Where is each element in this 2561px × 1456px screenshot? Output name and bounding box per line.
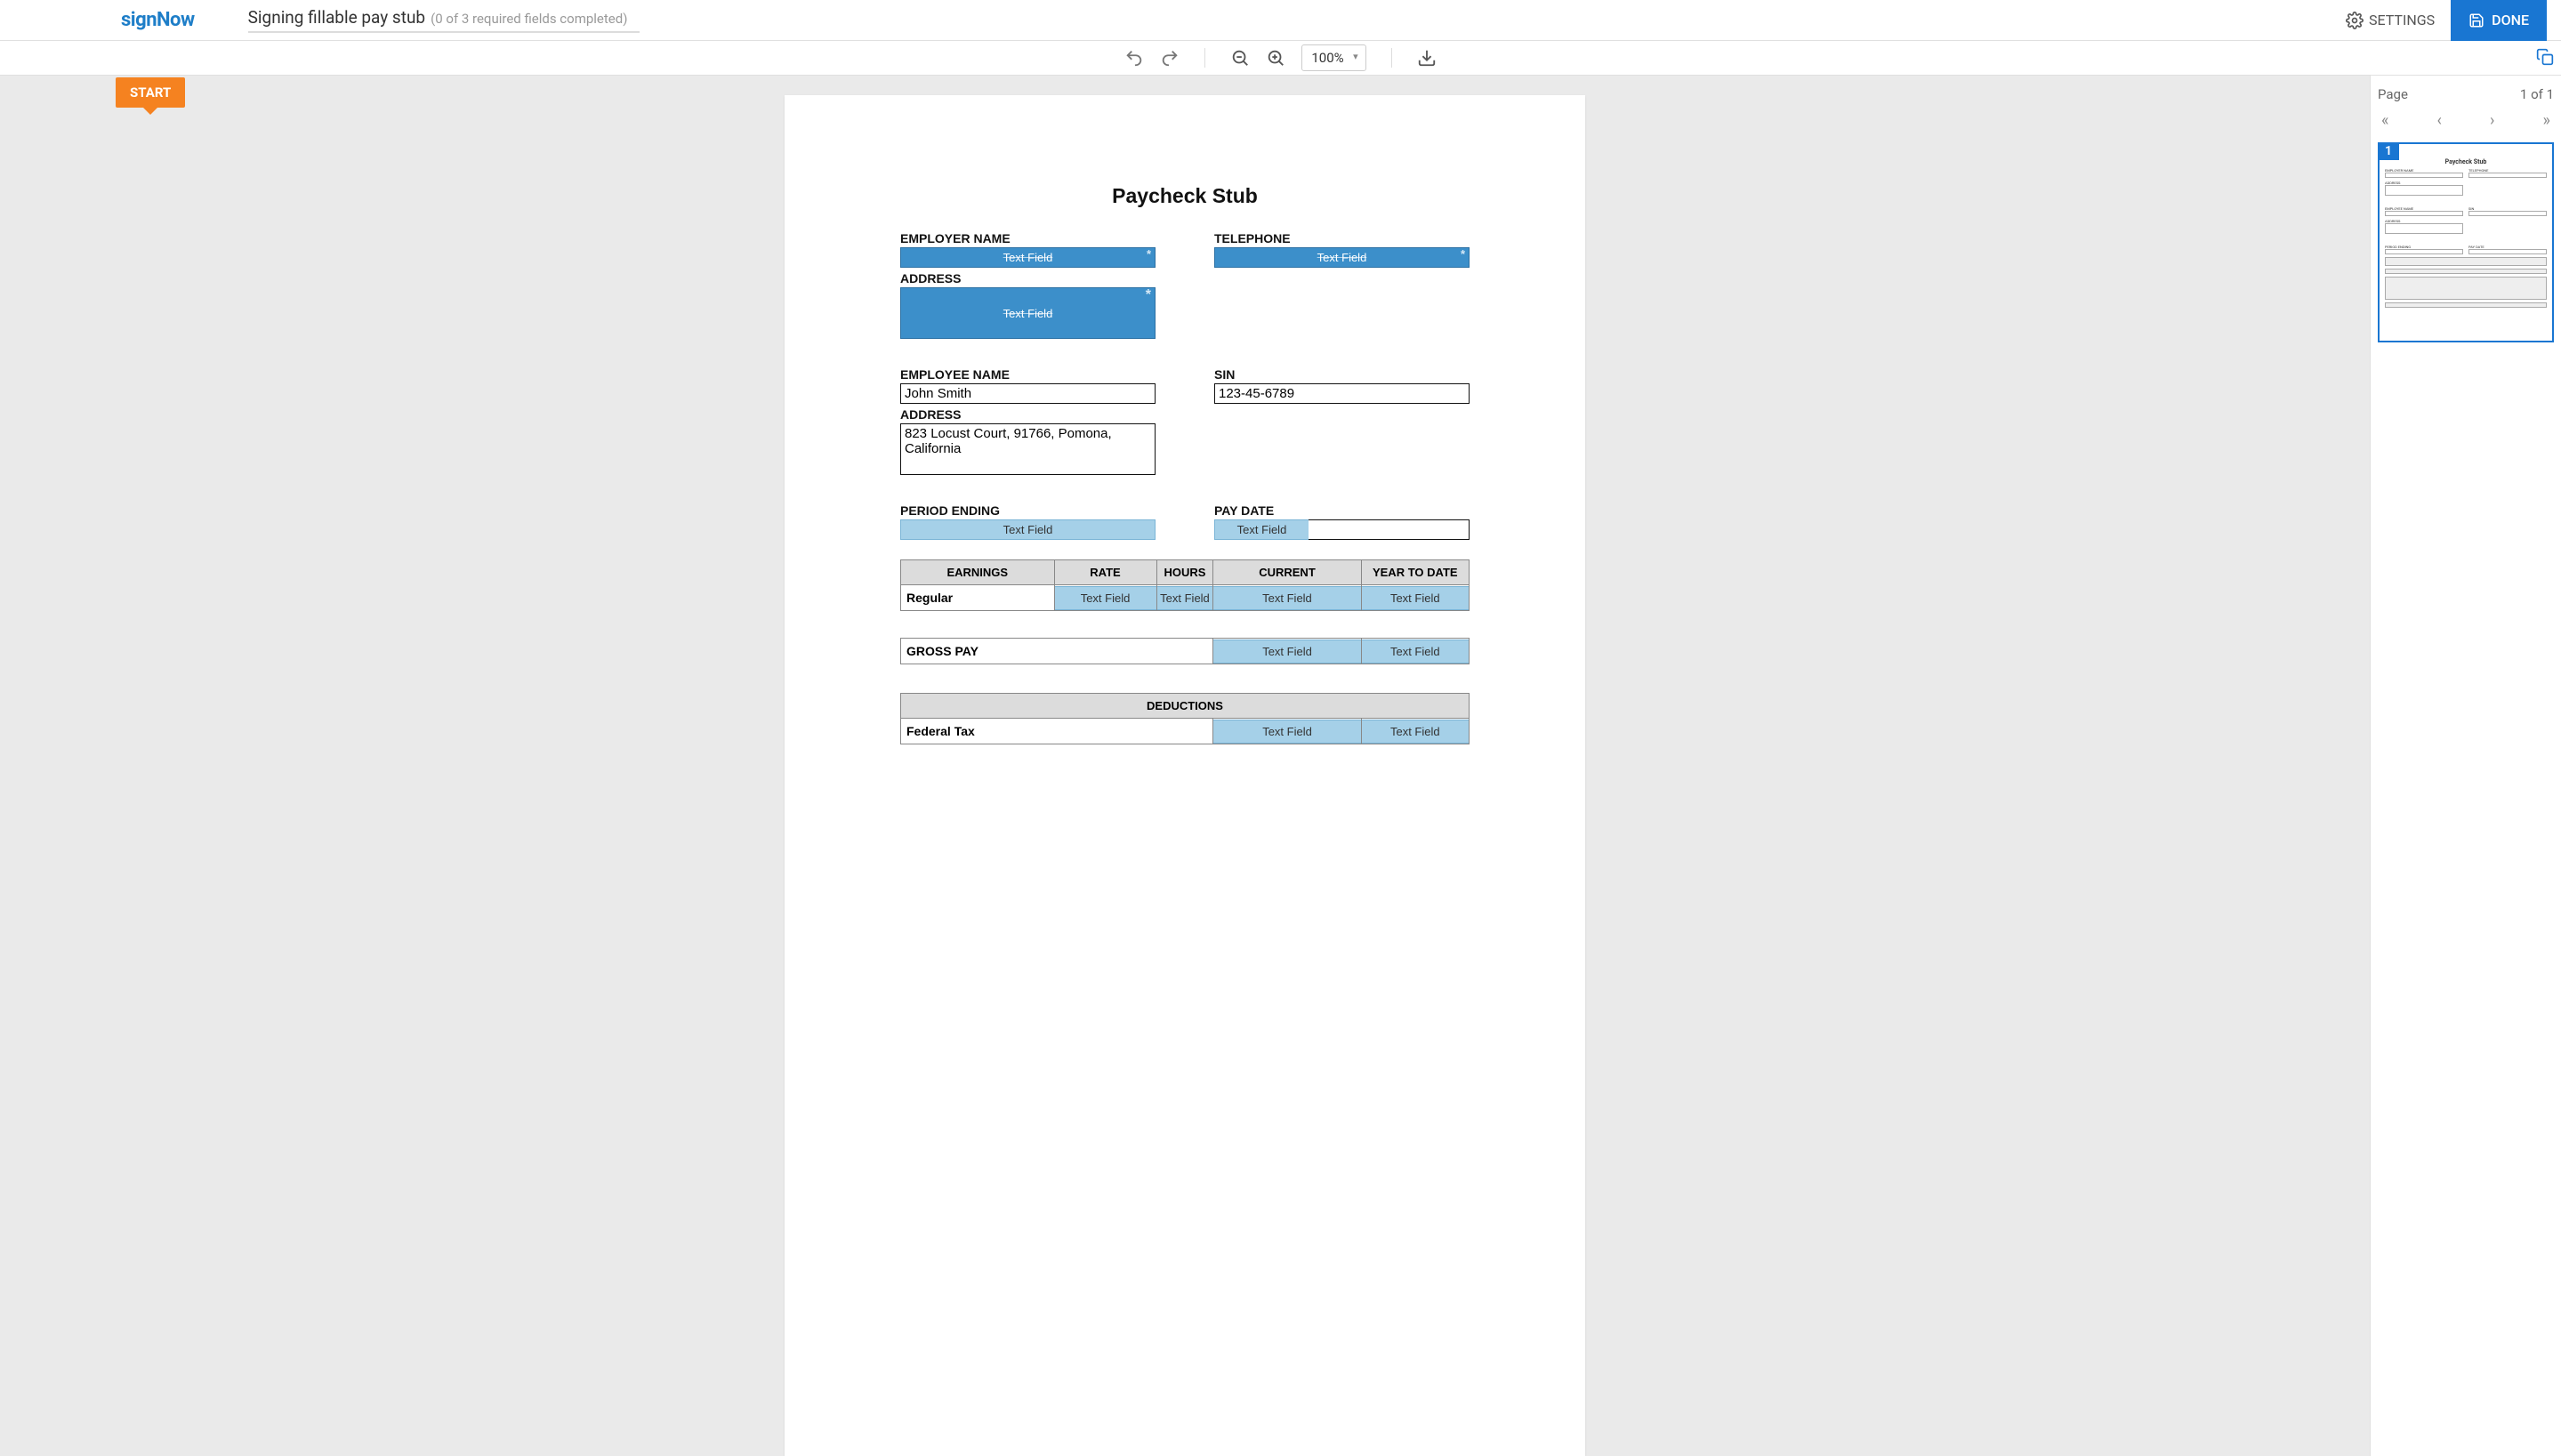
page-sidebar: Page 1 of 1 « ‹ › » 1 Paycheck Stub EMPL… xyxy=(2370,76,2561,1456)
hours-field[interactable]: Text Field xyxy=(1157,586,1213,610)
canvas-area[interactable]: START Paycheck Stub EMPLOYER NAME Text F… xyxy=(0,76,2370,1456)
sin-label: SIN xyxy=(1214,367,1470,382)
thumbnail-number: 1 xyxy=(2378,142,2399,160)
pay-date-label: PAY DATE xyxy=(1214,503,1470,518)
settings-button[interactable]: SETTINGS xyxy=(2346,12,2435,29)
employer-name-field[interactable]: Text Field xyxy=(900,247,1156,268)
employee-address-label: ADDRESS xyxy=(900,407,1156,422)
deductions-table: DEDUCTIONS Federal Tax Text Field Text F… xyxy=(900,693,1470,744)
last-page-button[interactable]: » xyxy=(2543,111,2550,130)
gross-pay-label: GROSS PAY xyxy=(901,639,1213,664)
deduction-row-label: Federal Tax xyxy=(901,719,1213,744)
done-label: DONE xyxy=(2492,12,2529,28)
employee-address-value[interactable]: 823 Locust Court, 91766, Pomona, Califor… xyxy=(900,423,1156,475)
current-field[interactable]: Text Field xyxy=(1213,586,1360,610)
zoom-select[interactable]: 100% xyxy=(1301,44,1365,71)
employer-name-label: EMPLOYER NAME xyxy=(900,231,1156,245)
zoom-in-button[interactable] xyxy=(1266,48,1285,68)
th-hours: HOURS xyxy=(1156,560,1213,585)
th-deductions: DEDUCTIONS xyxy=(901,694,1470,719)
th-ytd: YEAR TO DATE xyxy=(1361,560,1469,585)
gross-ytd-field[interactable]: Text Field xyxy=(1362,640,1469,664)
employer-address-label: ADDRESS xyxy=(900,271,1156,286)
document-page: Paycheck Stub EMPLOYER NAME Text Field T… xyxy=(785,95,1585,1456)
undo-button[interactable] xyxy=(1124,48,1144,68)
next-page-button[interactable]: › xyxy=(2490,111,2494,130)
first-page-button[interactable]: « xyxy=(2381,111,2388,130)
th-earnings: EARNINGS xyxy=(901,560,1055,585)
telephone-field[interactable]: Text Field xyxy=(1214,247,1470,268)
th-current: CURRENT xyxy=(1213,560,1361,585)
th-rate: RATE xyxy=(1054,560,1156,585)
prev-page-button[interactable]: ‹ xyxy=(2437,111,2442,130)
app-header: signNow Signing fillable pay stub (0 of … xyxy=(0,0,2561,41)
zoom-out-button[interactable] xyxy=(1230,48,1250,68)
period-ending-label: PERIOD ENDING xyxy=(900,503,1156,518)
earnings-table: EARNINGS RATE HOURS CURRENT YEAR TO DATE… xyxy=(900,559,1470,611)
settings-label: SETTINGS xyxy=(2369,12,2435,28)
done-button[interactable]: DONE xyxy=(2451,0,2547,41)
employee-name-label: EMPLOYEE NAME xyxy=(900,367,1156,382)
page-thumbnail[interactable]: 1 Paycheck Stub EMPLOYER NAMETELEPHONE A… xyxy=(2378,142,2554,342)
employee-name-value[interactable]: John Smith xyxy=(900,383,1156,404)
ytd-field[interactable]: Text Field xyxy=(1362,586,1469,610)
ded-current-field[interactable]: Text Field xyxy=(1213,720,1360,744)
doc-title-wrap[interactable]: Signing fillable pay stub (0 of 3 requir… xyxy=(248,7,640,33)
brand-logo: signNow xyxy=(121,9,195,31)
telephone-label: TELEPHONE xyxy=(1214,231,1470,245)
pay-date-rest xyxy=(1309,519,1470,540)
toolbar: 100% xyxy=(0,41,2561,76)
redo-button[interactable] xyxy=(1160,48,1180,68)
panel-toggle-button[interactable] xyxy=(2536,48,2554,69)
save-icon xyxy=(2468,12,2484,28)
thumbnail-preview: Paycheck Stub EMPLOYER NAMETELEPHONE ADD… xyxy=(2385,149,2547,308)
employer-address-field[interactable]: Text Field xyxy=(900,287,1156,339)
start-tag[interactable]: START xyxy=(116,77,185,108)
sb-page-label: Page xyxy=(2378,86,2408,102)
ded-ytd-field[interactable]: Text Field xyxy=(1362,720,1469,744)
gear-icon xyxy=(2346,12,2364,29)
doc-title: Signing fillable pay stub xyxy=(248,7,425,28)
sb-page-info: 1 of 1 xyxy=(2520,86,2554,102)
doc-status: (0 of 3 required fields completed) xyxy=(431,11,627,27)
rate-field[interactable]: Text Field xyxy=(1055,586,1156,610)
earnings-row-label: Regular xyxy=(901,585,1054,610)
period-ending-field[interactable]: Text Field xyxy=(900,519,1156,540)
page-title: Paycheck Stub xyxy=(900,184,1470,208)
gross-pay-table: GROSS PAY Text Field Text Field xyxy=(900,638,1470,664)
download-button[interactable] xyxy=(1417,48,1437,68)
sin-value[interactable]: 123-45-6789 xyxy=(1214,383,1470,404)
earnings-row: Regular Text Field Text Field Text Field… xyxy=(901,585,1470,611)
gross-current-field[interactable]: Text Field xyxy=(1213,640,1360,664)
pay-date-field[interactable]: Text Field xyxy=(1214,519,1309,540)
